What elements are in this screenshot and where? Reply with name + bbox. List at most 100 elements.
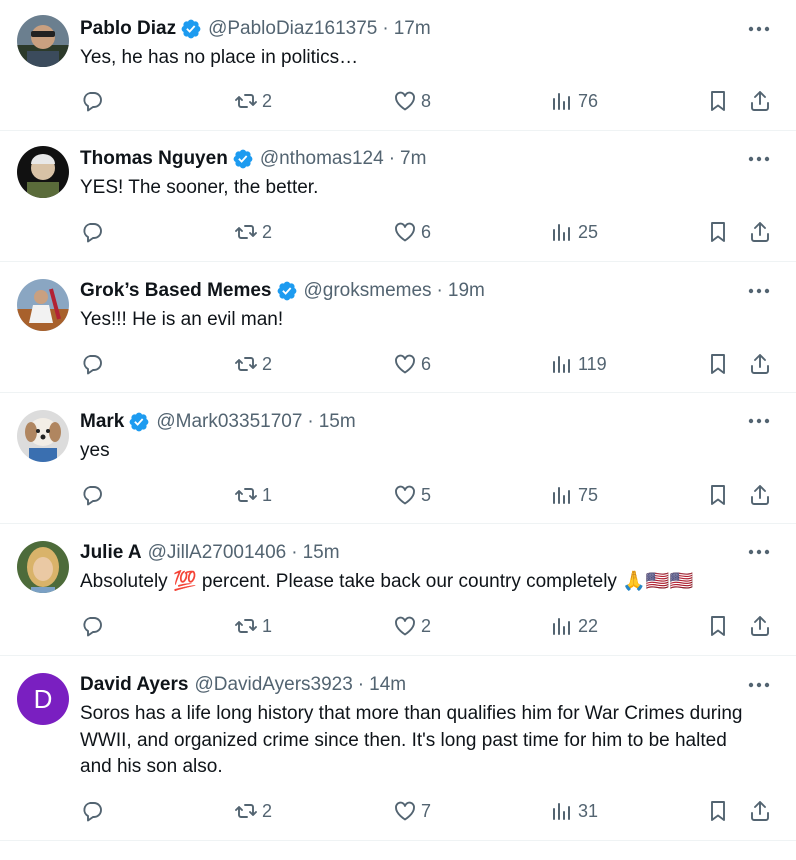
bookmark-button[interactable]	[706, 349, 734, 379]
like-button[interactable]: 2	[393, 611, 431, 641]
timestamp[interactable]: 19m	[448, 280, 485, 302]
more-icon[interactable]	[746, 542, 772, 562]
timestamp[interactable]: 7m	[400, 148, 426, 170]
like-count: 7	[421, 800, 432, 821]
repost-icon	[235, 488, 257, 502]
action-bar: 2 6 25	[0, 217, 796, 247]
action-bar: 1 5 75	[0, 480, 796, 510]
user-handle[interactable]: @nthomas124	[260, 148, 384, 170]
share-button[interactable]	[748, 480, 776, 510]
tweet[interactable]: Pablo Diaz @PabloDiaz161375 · 17m Yes, h…	[0, 0, 796, 131]
separator-dot: ·	[357, 674, 365, 695]
timestamp[interactable]: 15m	[303, 542, 340, 564]
display-name[interactable]: Pablo Diaz	[80, 18, 176, 40]
avatar[interactable]	[17, 15, 69, 67]
like-count: 6	[421, 221, 432, 242]
share-button[interactable]	[748, 796, 776, 826]
more-icon[interactable]	[746, 281, 772, 301]
like-button[interactable]: 8	[393, 86, 431, 116]
reply-button[interactable]	[80, 480, 108, 510]
timestamp[interactable]: 14m	[369, 674, 406, 696]
tweet[interactable]: Thomas Nguyen @nthomas124 · 7m YES! The …	[0, 131, 796, 262]
more-icon[interactable]	[746, 411, 772, 431]
like-button[interactable]: 6	[393, 217, 431, 247]
bookmark-icon	[711, 801, 725, 821]
tweet[interactable]: Julie A @JillA27001406 · 15m Absolutely …	[0, 524, 796, 656]
bookmark-button[interactable]	[706, 86, 734, 116]
verified-badge-icon	[277, 281, 296, 301]
display-name[interactable]: Mark	[80, 411, 124, 433]
bookmark-icon	[711, 91, 725, 111]
tweet[interactable]: Grok’s Based Memes @groksmemes · 19m Yes…	[0, 262, 796, 393]
share-button[interactable]	[748, 349, 776, 379]
reply-button[interactable]	[80, 349, 108, 379]
repost-icon	[235, 357, 257, 371]
tweet-header: Grok’s Based Memes @groksmemes · 19m	[80, 277, 485, 305]
verified-badge-icon	[181, 19, 201, 39]
views-icon	[553, 487, 570, 504]
like-count: 2	[421, 615, 432, 636]
tweet-header: Julie A @JillA27001406 · 15m	[80, 539, 340, 567]
like-button[interactable]: 7	[393, 796, 431, 826]
more-icon[interactable]	[746, 19, 772, 39]
repost-button[interactable]: 2	[234, 349, 272, 379]
like-icon	[395, 222, 415, 242]
repost-button[interactable]: 2	[234, 86, 272, 116]
tweet-text: YES! The sooner, the better.	[80, 177, 319, 198]
action-bar: 1 2 22	[0, 611, 796, 641]
views-button[interactable]: 75	[550, 480, 598, 510]
display-name[interactable]: Julie A	[80, 542, 142, 564]
repost-button[interactable]: 1	[234, 611, 272, 641]
more-icon[interactable]	[746, 149, 772, 169]
tweet-header: David Ayers @DavidAyers3923 · 14m	[80, 671, 406, 699]
avatar[interactable]	[17, 541, 69, 593]
views-button[interactable]: 76	[550, 86, 598, 116]
reply-button[interactable]	[80, 217, 108, 247]
repost-button[interactable]: 1	[234, 480, 272, 510]
reply-button[interactable]	[80, 86, 108, 116]
repost-count: 1	[262, 484, 273, 505]
bookmark-button[interactable]	[706, 217, 734, 247]
repost-icon	[235, 619, 257, 633]
user-handle[interactable]: @groksmemes	[304, 280, 432, 302]
user-handle[interactable]: @JillA27001406	[148, 542, 287, 564]
display-name[interactable]: David Ayers	[80, 674, 188, 696]
bookmark-button[interactable]	[706, 480, 734, 510]
views-icon	[553, 93, 570, 110]
timestamp[interactable]: 17m	[394, 18, 431, 40]
avatar[interactable]: D	[17, 673, 69, 725]
user-handle[interactable]: @Mark03351707	[156, 411, 302, 433]
avatar[interactable]	[17, 146, 69, 198]
like-button[interactable]: 6	[393, 349, 431, 379]
repost-icon	[235, 804, 257, 818]
share-button[interactable]	[748, 217, 776, 247]
tweet[interactable]: D David Ayers @DavidAyers3923 · 14m Soro…	[0, 656, 796, 841]
repost-button[interactable]: 2	[234, 217, 272, 247]
bookmark-button[interactable]	[706, 611, 734, 641]
views-button[interactable]: 22	[550, 611, 598, 641]
repost-button[interactable]: 2	[234, 796, 272, 826]
share-button[interactable]	[748, 86, 776, 116]
share-button[interactable]	[748, 611, 776, 641]
reply-button[interactable]	[80, 796, 108, 826]
display-name[interactable]: Grok’s Based Memes	[80, 280, 272, 302]
user-handle[interactable]: @PabloDiaz161375	[208, 18, 377, 40]
avatar[interactable]	[17, 410, 69, 462]
user-handle[interactable]: @DavidAyers3923	[194, 674, 352, 696]
display-name[interactable]: Thomas Nguyen	[80, 148, 228, 170]
views-button[interactable]: 25	[550, 217, 598, 247]
reply-button[interactable]	[80, 611, 108, 641]
like-button[interactable]: 5	[393, 480, 431, 510]
tweet-header: Thomas Nguyen @nthomas124 · 7m	[80, 145, 426, 173]
tweet-text: Absolutely 💯 percent. Please take back o…	[80, 571, 694, 592]
repost-count: 2	[262, 353, 273, 374]
avatar[interactable]	[17, 279, 69, 331]
tweet-text: Yes, he has no place in politics…	[80, 47, 359, 68]
share-icon	[751, 354, 769, 374]
views-button[interactable]: 31	[550, 796, 598, 826]
bookmark-button[interactable]	[706, 796, 734, 826]
more-icon[interactable]	[746, 675, 772, 695]
timestamp[interactable]: 15m	[319, 411, 356, 433]
views-button[interactable]: 119	[550, 349, 607, 379]
tweet[interactable]: Mark @Mark03351707 · 15m yes 1 5 75	[0, 393, 796, 524]
